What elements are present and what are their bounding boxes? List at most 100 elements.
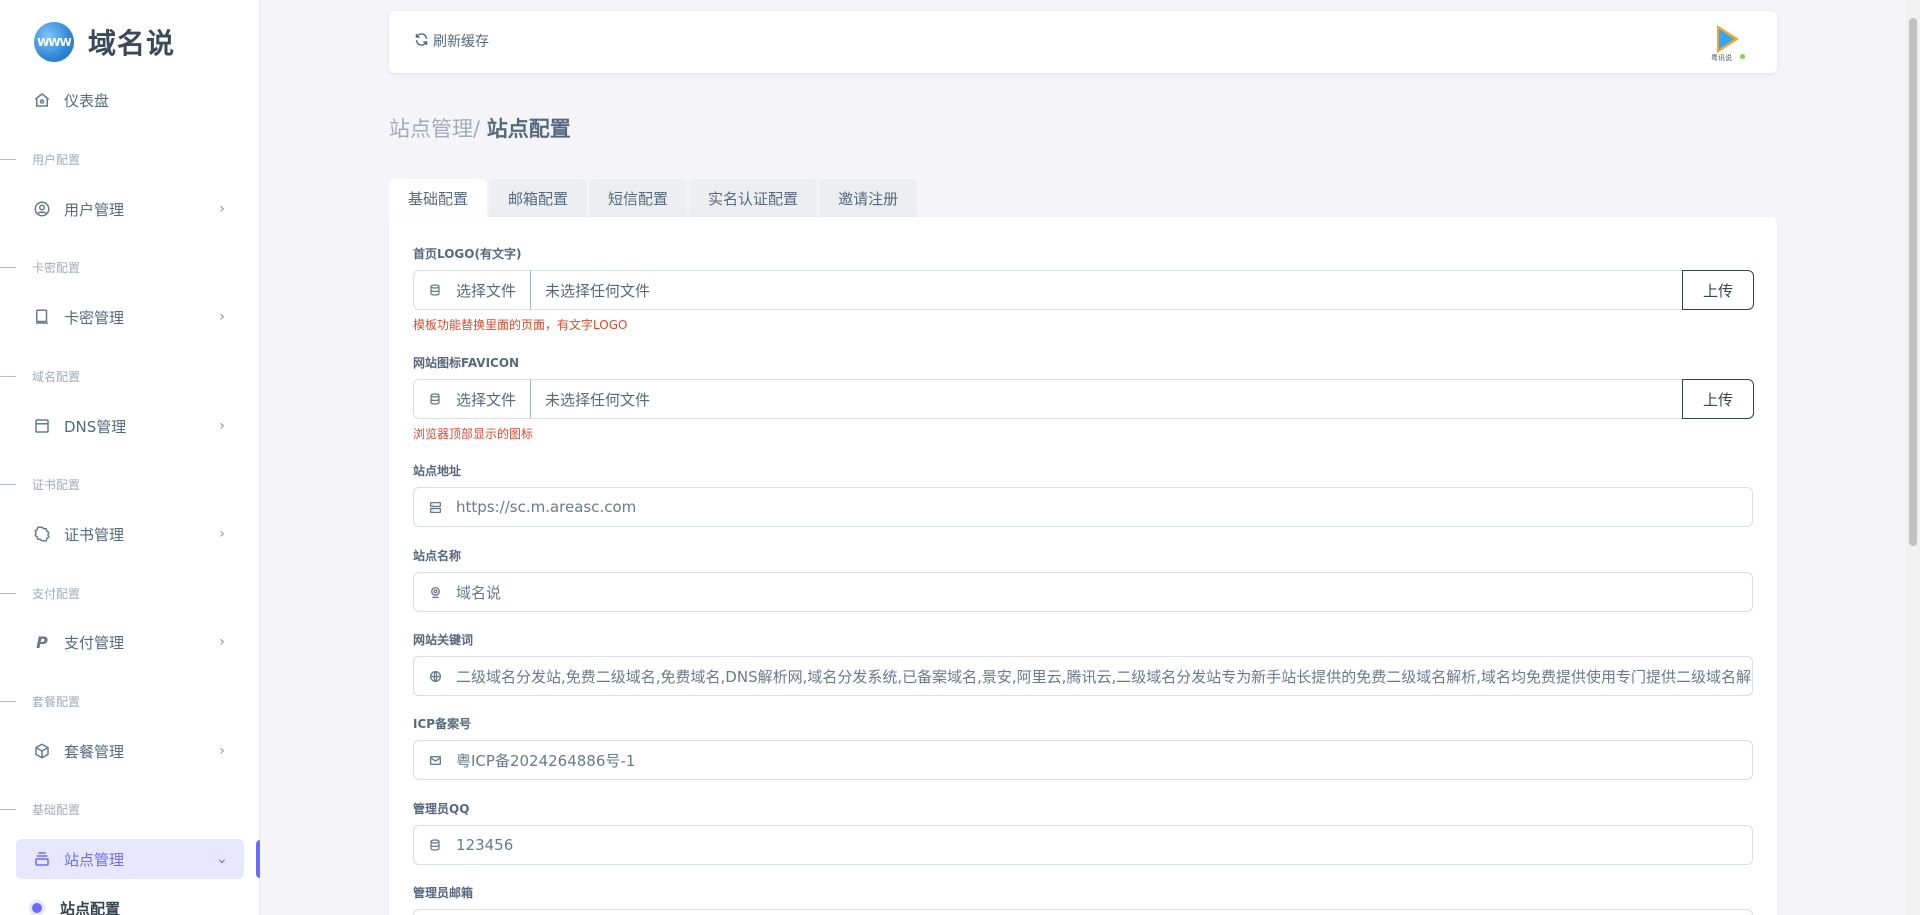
favicon-upload-button[interactable]: 上传: [1682, 379, 1754, 419]
user-circle-icon: [32, 199, 52, 219]
book-icon: [32, 307, 52, 327]
config-tabs: 基础配置 邮箱配置 短信配置 实名认证配置 邀请注册: [389, 179, 919, 217]
chevron-right-icon: ›: [219, 201, 225, 217]
globe-logo-icon: WWW: [34, 22, 74, 62]
avatar[interactable]: 粤讯说: [1711, 23, 1747, 63]
icp-input[interactable]: 粤ICP备2024264886号-1: [413, 740, 1753, 780]
chevron-right-icon: ›: [219, 526, 225, 542]
chevron-right-icon: ›: [219, 309, 225, 325]
brand-name: 域名说: [88, 27, 176, 60]
package-icon: [32, 741, 52, 761]
section-header-pay: 支付配置: [0, 584, 250, 602]
tab-sms[interactable]: 短信配置: [589, 179, 688, 217]
paypal-icon: P: [36, 632, 48, 652]
database-icon: [414, 393, 456, 405]
sidebar-item-dns[interactable]: DNS管理 ›: [16, 406, 244, 446]
chevron-right-icon: ›: [219, 634, 225, 650]
globe-icon: [414, 670, 456, 683]
sidebar-item-site[interactable]: 站点管理 ⌄: [16, 839, 244, 879]
admin-qq-input[interactable]: 123456: [413, 825, 1753, 865]
logo-file-group: 选择文件 未选择任何文件 上传: [413, 270, 1754, 310]
webcam-icon: [414, 586, 456, 599]
tab-email[interactable]: 邮箱配置: [489, 179, 588, 217]
site-url-input[interactable]: https://sc.m.areasc.com: [413, 487, 1753, 527]
icp-value: 粤ICP备2024264886号-1: [456, 751, 636, 770]
sidebar-item-certs[interactable]: 证书管理 ›: [16, 514, 244, 554]
chevron-right-icon: ›: [219, 418, 225, 434]
section-header-cert: 证书配置: [0, 475, 250, 493]
keywords-label: 网站关键词: [413, 633, 474, 647]
favicon-label: 网站图标FAVICON: [413, 356, 520, 370]
section-header-domain: 域名配置: [0, 367, 250, 385]
favicon-choose-file-button[interactable]: 选择文件: [413, 379, 531, 419]
site-url-label: 站点地址: [413, 464, 462, 478]
admin-email-label: 管理员邮箱: [413, 886, 474, 900]
sidebar-item-label: DNS管理: [64, 417, 127, 436]
breadcrumb-parent[interactable]: 站点管理/: [389, 117, 480, 141]
database-icon: [414, 839, 456, 851]
favicon-help-text: 浏览器顶部显示的图标: [413, 427, 534, 441]
logo-upload-button[interactable]: 上传: [1682, 270, 1754, 310]
sidebar-item-label: 卡密管理: [64, 308, 125, 327]
server-icon: [414, 501, 456, 514]
refresh-cache-label: 刷新缓存: [433, 34, 489, 50]
section-header-package: 套餐配置: [0, 692, 250, 710]
chevron-right-icon: ›: [219, 743, 225, 759]
breadcrumb: 站点管理/ 站点配置: [389, 113, 571, 143]
logo-help-text: 模板功能替换里面的页面，有文字LOGO: [413, 318, 628, 332]
admin-qq-label: 管理员QQ: [413, 802, 470, 816]
admin-email-input[interactable]: [413, 909, 1753, 915]
chevron-down-icon: ⌄: [216, 851, 228, 867]
sidebar-item-label: 证书管理: [64, 525, 125, 544]
sidebar-item-dashboard[interactable]: 仪表盘: [16, 80, 244, 120]
tab-basic[interactable]: 基础配置: [389, 179, 488, 217]
keywords-input[interactable]: 二级域名分发站,免费二级域名,免费域名,DNS解析网,域名分发系统,已备案域名,…: [413, 656, 1753, 696]
avatar-caption: 粤讯说: [1711, 54, 1732, 62]
sidebar-subitem-site-config[interactable]: 站点配置: [32, 898, 120, 915]
sidebar-item-label: 用户管理: [64, 200, 125, 219]
sidebar-item-cards[interactable]: 卡密管理 ›: [16, 297, 244, 337]
admin-qq-value: 123456: [456, 836, 514, 854]
refresh-icon: [414, 32, 429, 51]
sidebar-item-label: 支付管理: [64, 633, 125, 652]
page-scrollbar[interactable]: [1906, 0, 1920, 915]
sidebar-item-users[interactable]: 用户管理 ›: [16, 189, 244, 229]
favicon-file-name[interactable]: 未选择任何文件: [531, 379, 1682, 419]
section-header-card: 卡密配置: [0, 258, 250, 276]
site-url-value: https://sc.m.areasc.com: [456, 498, 637, 516]
sidebar: WWW 域名说 仪表盘 用户配置 用户管理 › 卡密配置 卡密管理 › 域名配置…: [0, 0, 260, 915]
keywords-value: 二级域名分发站,免费二级域名,免费域名,DNS解析网,域名分发系统,已备案域名,…: [456, 667, 1751, 686]
home-icon: [32, 90, 52, 110]
sidebar-item-label: 套餐管理: [64, 742, 125, 761]
inbox-icon: [32, 849, 52, 869]
top-navbar: 刷新缓存 粤讯说: [389, 11, 1777, 73]
site-name-input[interactable]: 域名说: [413, 572, 1753, 612]
envelope-icon: [414, 754, 456, 767]
section-header-basic: 基础配置: [0, 800, 250, 818]
icp-label: ICP备案号: [413, 717, 472, 731]
sidebar-item-payment[interactable]: P 支付管理 ›: [16, 622, 244, 662]
tab-realname[interactable]: 实名认证配置: [689, 179, 818, 217]
brand[interactable]: WWW 域名说: [34, 20, 175, 64]
certificate-badge-icon: [32, 524, 52, 544]
refresh-cache-button[interactable]: 刷新缓存: [414, 31, 489, 51]
logo-file-name[interactable]: 未选择任何文件: [531, 270, 1682, 310]
online-status-dot: [1738, 52, 1747, 61]
logo-label: 首页LOGO(有文字): [413, 247, 522, 261]
page-title: 站点配置: [486, 117, 571, 141]
bullet-icon: [32, 903, 42, 913]
tab-invite[interactable]: 邀请注册: [819, 179, 918, 217]
site-name-value: 域名说: [456, 583, 502, 602]
database-icon: [414, 284, 456, 296]
scrollbar-thumb[interactable]: [1909, 18, 1917, 546]
sidebar-item-label: 站点管理: [64, 850, 125, 869]
sidebar-item-packages[interactable]: 套餐管理 ›: [16, 731, 244, 771]
section-header-user: 用户配置: [0, 150, 250, 168]
window-icon: [32, 416, 52, 436]
site-name-label: 站点名称: [413, 549, 462, 563]
active-indicator: [256, 840, 260, 878]
config-card: 首页LOGO(有文字) 选择文件 未选择任何文件 上传 模板功能替换里面的页面，…: [389, 217, 1777, 915]
favicon-file-group: 选择文件 未选择任何文件 上传: [413, 379, 1754, 419]
logo-choose-file-button[interactable]: 选择文件: [413, 270, 531, 310]
sidebar-subitem-label: 站点配置: [60, 899, 121, 915]
